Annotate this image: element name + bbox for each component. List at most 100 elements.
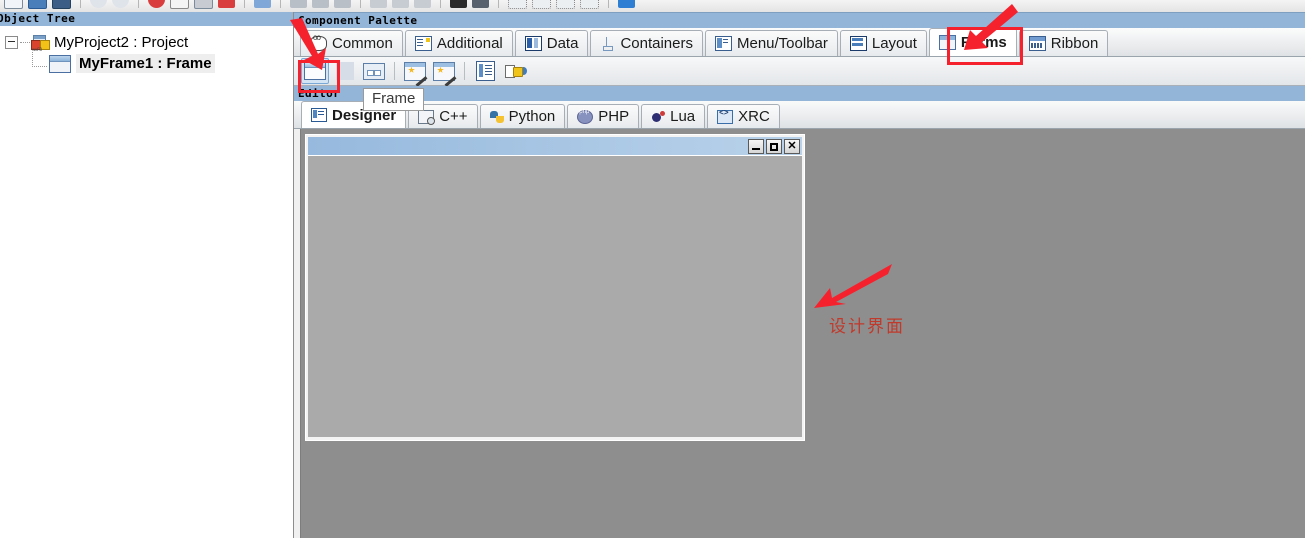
frame-icon [49,54,71,73]
tree-connector [20,41,30,44]
tab-label: Python [508,108,556,125]
editor-tabs[interactable]: Designer C++ Python PHP Lua XRC [294,101,1305,129]
tree-connector [32,52,47,67]
dialog-tool-icon [336,62,354,80]
object-tree-panel: Object Tree wxFB MyProject2 : Project My… [0,12,294,538]
expand-horizontal-icon[interactable] [450,0,467,8]
wizard-tool-button[interactable] [402,59,428,83]
tab-label: XRC [738,108,770,125]
component-palette-tabs[interactable]: Common Additional Data Containers Menu/T… [294,28,1305,57]
canvas-gutter [294,129,301,538]
align-top-icon[interactable] [370,0,387,8]
expander-toggle-icon[interactable] [5,36,18,49]
wizard-page-tool-button[interactable] [431,59,457,83]
ribbon-icon [1028,36,1046,51]
property-sheet-tool-icon [475,61,495,81]
forms-icon [938,35,956,50]
copy-icon[interactable] [170,0,189,9]
expand-vertical-icon[interactable] [472,0,489,8]
lua-icon [651,110,666,123]
tree-node-project[interactable]: wxFB MyProject2 : Project [0,32,293,53]
tab-php[interactable]: PHP [567,104,640,128]
common-icon [310,33,327,51]
align-middle-icon[interactable] [392,0,409,8]
tab-label: PHP [598,108,630,125]
design-frame-preview[interactable]: ✕ [305,134,805,441]
toolbar-separator [244,0,245,8]
tab-python[interactable]: Python [479,104,566,128]
design-canvas[interactable]: ✕ 设计界面 https://blog.csdn.net/tianjing051… [294,129,1305,538]
tab-label: Ribbon [1050,35,1099,52]
dialog-tool-button[interactable] [332,59,358,83]
tree-node-frame[interactable]: MyFrame1 : Frame [0,52,293,74]
maximize-button[interactable] [766,138,782,154]
frame-tool-icon [304,62,326,80]
file-resource-tool-icon [505,64,527,78]
panel-tool-button[interactable] [361,59,387,83]
tab-label: Common [332,35,393,52]
border-left-icon[interactable] [508,0,527,9]
open-icon[interactable] [28,0,47,9]
wizard-page-tool-icon [433,61,455,81]
border-bottom-icon[interactable] [580,0,599,9]
align-right-icon[interactable] [334,0,351,8]
tab-lua[interactable]: Lua [641,104,706,128]
preview-icon[interactable] [618,0,635,8]
tab-label: Lua [670,108,696,125]
layout-icon [849,36,867,51]
additional-icon [414,36,432,51]
align-center-icon[interactable] [312,0,329,8]
tab-label: Data [546,35,579,52]
redo-icon[interactable] [112,0,129,8]
object-tree-caption: Object Tree [0,12,293,26]
toolbar-separator [440,0,441,8]
tab-menu-toolbar[interactable]: Menu/Toolbar [704,30,838,56]
toolbar-separator [608,0,609,8]
cut-icon[interactable] [148,0,165,8]
xrc-icon [717,108,734,124]
cpp-icon [418,109,436,125]
python-icon [489,110,504,123]
align-left-icon[interactable] [290,0,307,8]
containers-icon [600,37,615,51]
delete-icon[interactable] [218,0,235,8]
new-icon[interactable] [4,0,23,9]
tab-label: C++ [439,108,468,125]
tab-label: Menu/Toolbar [736,35,828,52]
menu-toolbar-icon [714,36,732,51]
tab-label: Forms [960,34,1007,51]
tab-ribbon[interactable]: Ribbon [1018,30,1109,56]
file-resource-tool-button[interactable] [501,59,531,83]
border-top-icon[interactable] [556,0,575,9]
frame-tooltip: Frame [363,88,425,111]
tab-additional[interactable]: Additional [404,30,513,56]
toolbar-separator [464,62,465,80]
tab-layout[interactable]: Layout [839,30,927,56]
tab-common[interactable]: Common [300,30,403,56]
tab-label: Layout [871,35,917,52]
expand-icon[interactable] [254,0,271,8]
component-palette-toolbar[interactable] [294,57,1305,86]
tab-containers[interactable]: Containers [590,30,703,56]
toolbar-separator [80,0,81,8]
component-palette-caption: Component Palette [294,12,1305,28]
minimize-button[interactable] [748,138,764,154]
tab-data[interactable]: Data [514,30,589,56]
frame-client-area[interactable] [308,155,802,437]
frame-tool-button[interactable] [301,58,329,84]
toolbar-separator [138,0,139,8]
undo-icon[interactable] [90,0,107,8]
wizard-tool-icon [404,61,426,81]
tab-xrc[interactable]: XRC [707,104,780,128]
annotation-design-interface: 设计界面 [829,317,905,337]
editor-caption: Editor [294,86,1305,101]
panel-tool-icon [363,62,385,80]
save-icon[interactable] [52,0,71,9]
object-tree-body[interactable]: wxFB MyProject2 : Project MyFrame1 : Fra… [0,26,293,538]
border-right-icon[interactable] [532,0,551,9]
close-button[interactable]: ✕ [784,138,800,154]
paste-icon[interactable] [194,0,213,9]
tab-forms[interactable]: Forms [928,28,1017,56]
property-sheet-tool-button[interactable] [472,59,498,83]
align-bottom-icon[interactable] [414,0,431,8]
